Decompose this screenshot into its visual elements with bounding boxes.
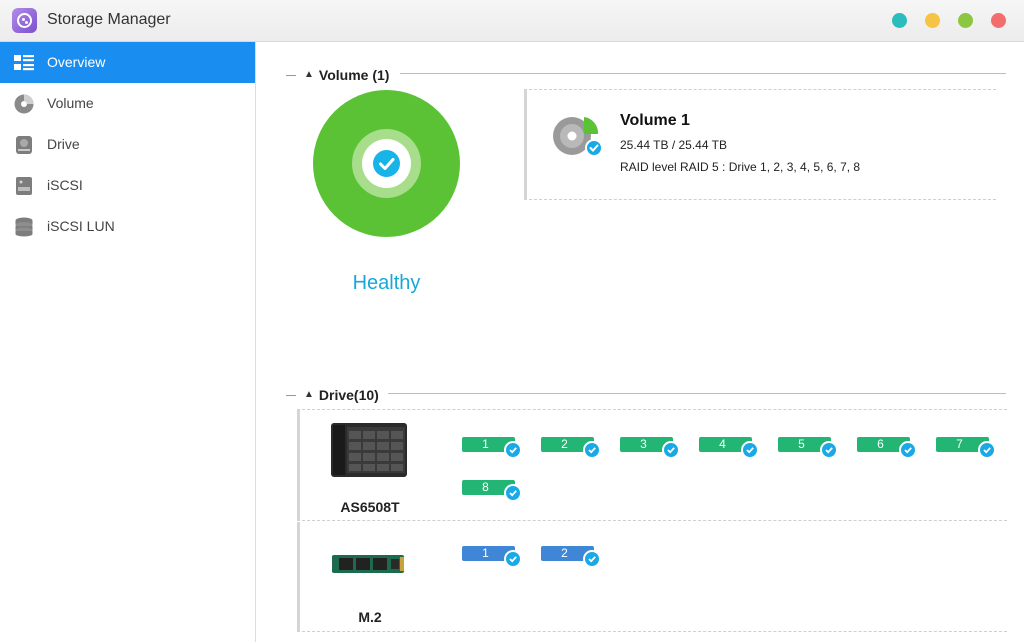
collapse-caret-icon[interactable]: ▲ bbox=[304, 389, 314, 400]
checkmark-icon bbox=[741, 441, 759, 459]
volume-card[interactable]: Volume 1 25.44 TB / 25.44 TB RAID level … bbox=[524, 89, 996, 200]
drive-number: 6 bbox=[877, 437, 884, 451]
sidebar-item-label: iSCSI bbox=[47, 177, 83, 193]
health-status-text: Healthy bbox=[352, 272, 421, 294]
drive-slot-7[interactable]: 7 bbox=[936, 437, 996, 459]
sidebar-item-drive[interactable]: Drive bbox=[0, 124, 255, 165]
storage-manager-app-icon bbox=[12, 8, 37, 33]
checkmark-icon bbox=[504, 441, 522, 459]
drive-slot-2[interactable]: 2 bbox=[541, 437, 601, 459]
checkmark-icon bbox=[583, 441, 601, 459]
window-button-green[interactable] bbox=[958, 13, 973, 28]
checkmark-icon bbox=[978, 441, 996, 459]
device-name: AS6508T bbox=[340, 499, 400, 515]
checkmark-icon bbox=[504, 550, 522, 568]
drive-slot-4[interactable]: 4 bbox=[699, 437, 759, 459]
drive-slot-m2-1[interactable]: 1 bbox=[462, 546, 522, 568]
drive-number: 2 bbox=[561, 437, 568, 451]
section-divider bbox=[400, 73, 1006, 74]
m2-ssd-icon bbox=[332, 555, 404, 573]
window-button-yellow[interactable] bbox=[925, 13, 940, 28]
checkmark-icon bbox=[373, 150, 400, 177]
drive-number: 7 bbox=[956, 437, 963, 451]
drive-number: 8 bbox=[482, 480, 489, 494]
window-title: Storage Manager bbox=[47, 11, 171, 28]
sidebar: Overview Volume Drive iSCSI iSCSI LUN bbox=[0, 42, 256, 642]
sidebar-item-label: Volume bbox=[47, 95, 94, 111]
drive-slot-8[interactable]: 8 bbox=[462, 480, 522, 502]
sidebar-item-label: Overview bbox=[47, 54, 106, 70]
volume-section-header[interactable]: ▲ Volume (1) bbox=[286, 66, 389, 84]
iscsi-lun-icon bbox=[15, 217, 33, 237]
drive-slot-m2-2[interactable]: 2 bbox=[541, 546, 601, 568]
drive-slot-5[interactable]: 5 bbox=[778, 437, 838, 459]
sidebar-item-label: Drive bbox=[47, 136, 80, 152]
sidebar-item-label: iSCSI LUN bbox=[47, 218, 115, 234]
checkmark-icon bbox=[504, 484, 522, 502]
drive-slot-3[interactable]: 3 bbox=[620, 437, 680, 459]
volume-icon bbox=[14, 94, 34, 114]
drive-slot-6[interactable]: 6 bbox=[857, 437, 917, 459]
volume-section-title: Volume (1) bbox=[318, 67, 390, 83]
drive-icon bbox=[16, 136, 32, 154]
drive-number: 1 bbox=[482, 437, 489, 451]
drive-number: 2 bbox=[561, 546, 568, 560]
checkmark-icon bbox=[899, 441, 917, 459]
drive-slot-1[interactable]: 1 bbox=[462, 437, 522, 459]
checkmark-icon bbox=[583, 550, 601, 568]
sidebar-item-overview[interactable]: Overview bbox=[0, 42, 255, 83]
drive-section-header[interactable]: ▲ Drive(10) bbox=[286, 386, 379, 404]
drive-number: 3 bbox=[640, 437, 647, 451]
window-button-teal[interactable] bbox=[892, 13, 907, 28]
overview-icon bbox=[14, 55, 34, 71]
checkmark-icon bbox=[820, 441, 838, 459]
collapse-caret-icon[interactable]: ▲ bbox=[304, 69, 314, 80]
drive-number: 4 bbox=[719, 437, 726, 451]
device-row-m2: M.2 1 2 bbox=[297, 522, 1007, 632]
title-bar: Storage Manager bbox=[0, 0, 1024, 42]
nas-device-icon bbox=[331, 423, 407, 477]
window-button-close-red[interactable] bbox=[991, 13, 1006, 28]
sidebar-item-iscsi-lun[interactable]: iSCSI LUN bbox=[0, 206, 255, 247]
volume-capacity: 25.44 TB / 25.44 TB bbox=[620, 138, 727, 152]
device-name: M.2 bbox=[358, 609, 382, 625]
drive-section-title: Drive(10) bbox=[318, 387, 379, 403]
volume-raid-info: RAID level RAID 5 : Drive 1, 2, 3, 4, 5,… bbox=[620, 160, 861, 174]
drive-number: 5 bbox=[798, 437, 805, 451]
section-divider bbox=[388, 393, 1006, 394]
sidebar-item-volume[interactable]: Volume bbox=[0, 83, 255, 124]
health-status-graphic bbox=[313, 90, 460, 237]
sidebar-item-iscsi[interactable]: iSCSI bbox=[0, 165, 255, 206]
device-row-as6508t: AS6508T 1 2 3 4 5 6 7 8 bbox=[297, 409, 1007, 521]
iscsi-icon bbox=[16, 177, 32, 195]
volume-disk-icon bbox=[553, 117, 603, 157]
drive-number: 1 bbox=[482, 546, 489, 560]
checkmark-icon bbox=[662, 441, 680, 459]
volume-name: Volume 1 bbox=[620, 112, 690, 129]
main-content: ▲ Volume (1) Healthy Volume 1 25.44 TB /… bbox=[256, 42, 1024, 642]
